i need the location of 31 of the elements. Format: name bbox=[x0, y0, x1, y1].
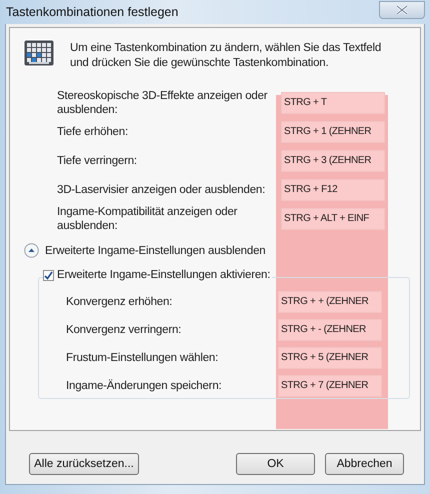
chevron-icon bbox=[24, 243, 39, 258]
window-title: Tastenkombinationen festlegen bbox=[6, 5, 178, 19]
close-button[interactable] bbox=[379, 1, 425, 19]
ok-button[interactable]: OK bbox=[236, 453, 315, 475]
reset-button[interactable]: Alle zurücksetzen... bbox=[29, 453, 139, 475]
checkmark-icon bbox=[44, 270, 53, 280]
shortcut-field[interactable]: STRG + - (ZEHNER bbox=[278, 319, 382, 341]
shortcut-label: 3D-Laservisier anzeigen oder ausblenden: bbox=[57, 182, 266, 196]
shortcut-label: Ingame-Kompatibilität anzeigen oder ausblenden: bbox=[57, 204, 238, 232]
shortcut-label: Tiefe erhöhen: bbox=[57, 124, 129, 138]
shortcut-field[interactable]: STRG + 7 (ZEHNER bbox=[278, 375, 382, 397]
shortcut-label: Frustum-Einstellungen wählen: bbox=[66, 351, 220, 365]
shortcut-field[interactable]: STRG + 5 (ZEHNER bbox=[278, 347, 382, 369]
shortcut-field[interactable]: STRG + 1 (ZEHNER bbox=[281, 120, 385, 142]
shortcut-field[interactable]: STRG + F12 bbox=[281, 178, 385, 200]
shortcut-label: Ingame-Änderungen speichern: bbox=[66, 379, 223, 393]
shortcut-label: Tiefe verringern: bbox=[57, 154, 138, 168]
shortcut-label: Stereoskopische 3D-Effekte anzeigen oder ausblenden: bbox=[57, 88, 268, 116]
advanced-checkbox[interactable]: Erweiterte Ingame-Einstellungen aktivieren: bbox=[43, 269, 272, 281]
shortcut-field[interactable]: STRG + T bbox=[281, 92, 385, 114]
shortcut-label: Konvergenz erhöhen: bbox=[66, 295, 174, 309]
advanced-toggle[interactable]: Erweiterte Ingame-Einstellungen ausblenden bbox=[24, 243, 266, 258]
cancel-button[interactable]: Abbrechen bbox=[325, 453, 404, 475]
instruction-text: Um eine Tastenkombination zu ändern, wählen Sie das Textfeld und drücken Sie die gewünschte Tastenkombination. bbox=[70, 41, 382, 71]
shortcut-field[interactable]: STRG + ALT + EINF bbox=[281, 208, 385, 230]
checkbox[interactable] bbox=[43, 270, 54, 280]
shortcut-field[interactable]: STRG + + (ZEHNER bbox=[278, 291, 382, 313]
shortcut-label: Konvergenz verringern: bbox=[66, 323, 182, 337]
close-icon bbox=[395, 5, 409, 15]
shortcut-field[interactable]: STRG + 3 (ZEHNER bbox=[281, 150, 385, 172]
keyboard-icon bbox=[24, 40, 54, 66]
